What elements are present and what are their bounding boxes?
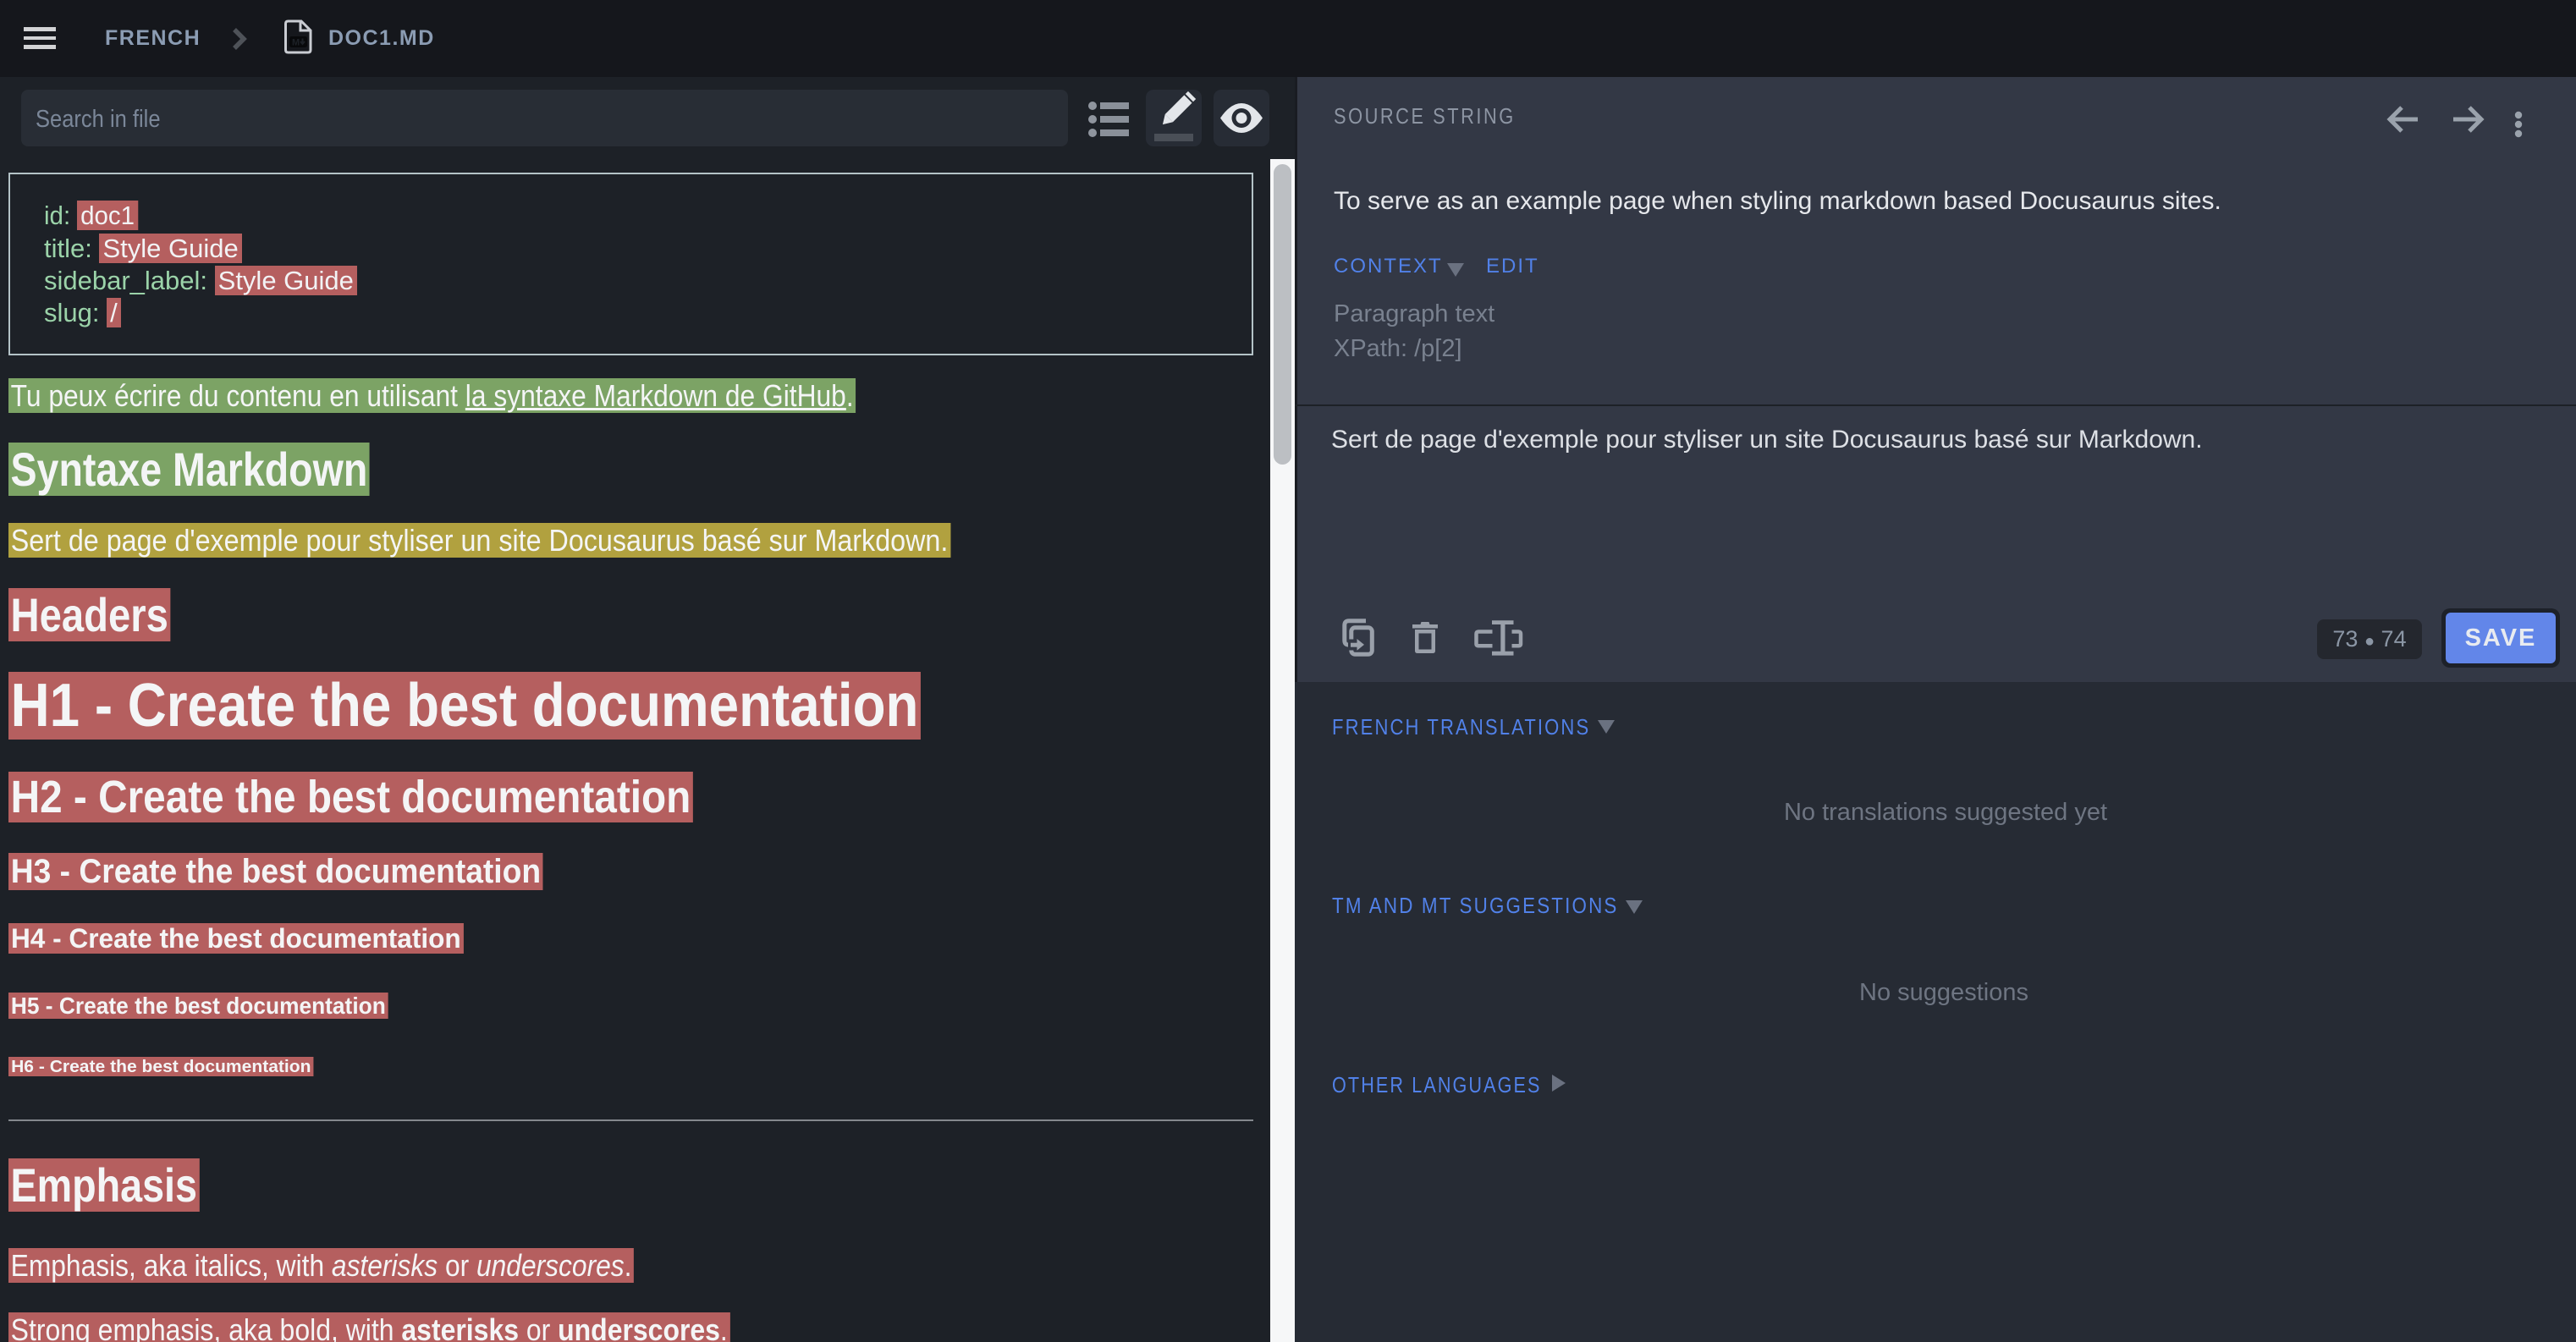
svg-text:M: M [292, 38, 300, 48]
